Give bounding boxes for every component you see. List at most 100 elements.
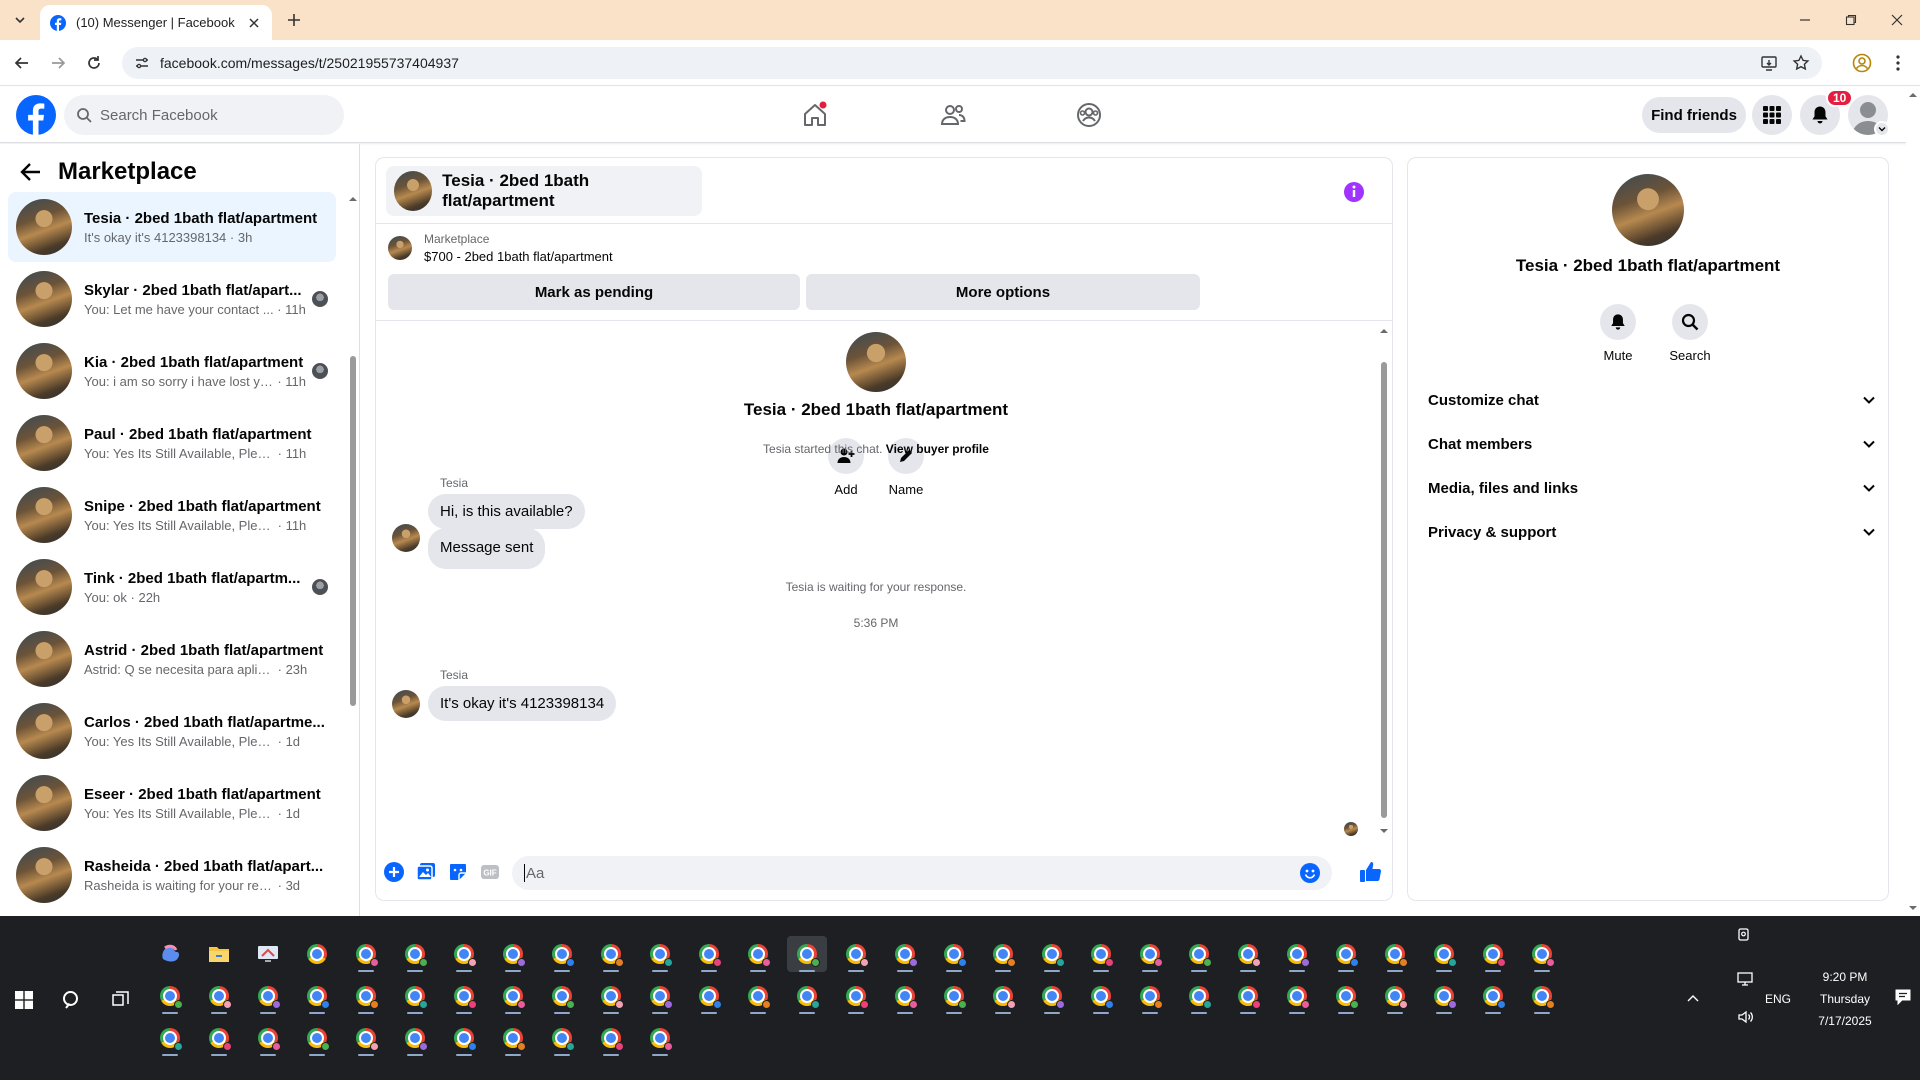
chrome-profile-icon[interactable] (591, 936, 631, 972)
chrome-profile-icon[interactable] (248, 978, 288, 1014)
listing-summary[interactable]: Marketplace $700 - 2bed 1bath flat/apart… (388, 232, 613, 264)
page-scrollbar[interactable] (1906, 88, 1920, 915)
chrome-profile-icon[interactable] (248, 1020, 288, 1056)
address-bar[interactable]: facebook.com/messages/t/2502195573740493… (122, 47, 1822, 79)
chrome-profile-icon[interactable] (1375, 936, 1415, 972)
chrome-profile-icon[interactable] (1179, 978, 1219, 1014)
chrome-profile-icon[interactable] (346, 936, 386, 972)
chrome-profile-icon[interactable] (1081, 978, 1121, 1014)
scroll-down-icon[interactable] (1378, 826, 1390, 836)
info-avatar[interactable] (1612, 174, 1684, 246)
chrome-profile-icon[interactable] (836, 936, 876, 972)
chrome-profile-icon[interactable] (297, 1020, 337, 1056)
notification-center-icon[interactable] (1894, 988, 1912, 1006)
chrome-profile-icon[interactable] (542, 936, 582, 972)
sidebar-scroll-thumb[interactable] (350, 356, 356, 706)
profile-avatar[interactable] (846, 332, 906, 392)
chrome-profile-icon[interactable] (1130, 978, 1170, 1014)
chrome-profile-icon[interactable] (1032, 978, 1072, 1014)
taskbar-search-icon[interactable] (58, 986, 86, 1014)
tab-search-chevron-icon[interactable] (8, 8, 32, 32)
chrome-profile-icon[interactable] (1228, 936, 1268, 972)
chrome-profile-icon[interactable] (591, 978, 631, 1014)
chrome-profile-icon[interactable] (493, 936, 533, 972)
chrome-profile-icon[interactable] (1277, 936, 1317, 972)
chrome-profile-icon[interactable] (444, 978, 484, 1014)
chrome-profile-icon[interactable] (1522, 978, 1562, 1014)
chrome-profile-icon[interactable] (493, 978, 533, 1014)
scroll-up-icon[interactable] (1906, 88, 1920, 102)
conversation-item[interactable]: Carlos · 2bed 1bath flat/apartme... You: … (8, 696, 336, 766)
chrome-profile-icon[interactable] (1277, 978, 1317, 1014)
friends-nav[interactable] (898, 95, 1008, 135)
clock-day[interactable]: Thursday (1804, 992, 1886, 1006)
privacy-support-section[interactable]: Privacy & support (1424, 512, 1880, 552)
restore-icon[interactable] (1828, 6, 1874, 34)
chrome-profile-icon[interactable] (1424, 936, 1464, 972)
chrome-profile-icon[interactable] (885, 978, 925, 1014)
chrome-profile-icon[interactable] (1081, 936, 1121, 972)
chrome-profile-icon[interactable] (1228, 978, 1268, 1014)
chrome-profile-icon[interactable] (199, 978, 239, 1014)
chrome-profile-icon[interactable] (199, 1020, 239, 1056)
chrome-profile-icon[interactable] (934, 978, 974, 1014)
chrome-profile-icon[interactable] (150, 1020, 190, 1056)
sender-avatar[interactable] (392, 690, 420, 718)
chrome-profile-icon[interactable] (738, 936, 778, 972)
message-bubble[interactable]: Message sent (428, 528, 546, 569)
conversation-item[interactable]: Skylar · 2bed 1bath flat/apart... You: Le… (8, 264, 336, 334)
back-arrow-icon[interactable] (10, 51, 34, 75)
remote-desktop-icon[interactable] (248, 936, 288, 972)
chrome-icon[interactable] (297, 936, 337, 972)
chrome-profile-icon[interactable] (738, 978, 778, 1014)
chrome-profile-icon[interactable] (640, 1020, 680, 1056)
language-indicator[interactable]: ENG (1760, 992, 1796, 1006)
mark-as-pending-button[interactable]: Mark as pending (388, 274, 800, 310)
chrome-profile-icon[interactable] (1424, 978, 1464, 1014)
groups-nav[interactable] (1034, 95, 1144, 135)
chrome-profile-icon[interactable] (836, 978, 876, 1014)
browser-tab-messenger[interactable]: (10) Messenger | Facebook (40, 5, 272, 40)
clock-time[interactable]: 9:20 PM (1804, 970, 1886, 984)
chrome-profile-icon[interactable] (1326, 936, 1366, 972)
chrome-profile-icon[interactable] (346, 1020, 386, 1056)
chrome-profile-icon[interactable] (885, 936, 925, 972)
chrome-profile-icon[interactable] (640, 978, 680, 1014)
message-bubble[interactable]: It's okay it's 4123398134 (428, 686, 617, 721)
close-window-icon[interactable] (1874, 6, 1920, 34)
chrome-profile-icon[interactable] (1326, 978, 1366, 1014)
account-chevron-icon[interactable] (1874, 121, 1890, 137)
scroll-up-icon[interactable] (348, 194, 358, 204)
chat-title-button[interactable]: Tesia · 2bed 1bath flat/apartment (386, 166, 702, 216)
chrome-profile-icon[interactable] (787, 936, 827, 972)
conversation-item[interactable]: Tink · 2bed 1bath flat/apartm... You: ok … (8, 552, 336, 622)
minimize-icon[interactable] (1782, 6, 1828, 34)
chrome-profile-icon[interactable] (395, 936, 435, 972)
volume-icon[interactable] (1736, 1008, 1754, 1026)
message-input[interactable]: Aa (512, 856, 1332, 890)
chevron-up-icon[interactable] (1686, 992, 1700, 1006)
forward-arrow-icon[interactable] (46, 51, 70, 75)
menu-grid-button[interactable] (1752, 95, 1792, 135)
home-nav[interactable] (760, 95, 870, 135)
install-app-icon[interactable] (1760, 54, 1778, 72)
chrome-profile-icon[interactable] (1179, 936, 1219, 972)
emoji-icon[interactable] (1300, 863, 1320, 883)
chrome-profile-icon[interactable] (640, 936, 680, 972)
sticker-icon[interactable] (448, 862, 468, 882)
conversation-item[interactable]: Astrid · 2bed 1bath flat/apartment Astrid… (8, 624, 336, 694)
conversation-item[interactable]: Eseer · 2bed 1bath flat/apartment You: Ye… (8, 768, 336, 838)
conversation-item[interactable]: Tesia · 2bed 1bath flat/apartment It's ok… (8, 192, 336, 262)
bookmark-star-icon[interactable] (1792, 54, 1810, 72)
chrome-profile-icon[interactable] (1130, 936, 1170, 972)
file-explorer-icon[interactable] (199, 936, 239, 972)
media-files-links-section[interactable]: Media, files and links (1424, 468, 1880, 508)
chrome-profile-icon[interactable] (150, 978, 190, 1014)
chrome-profile-icon[interactable] (542, 1020, 582, 1056)
task-view-icon[interactable] (106, 986, 134, 1014)
info-icon[interactable] (1342, 180, 1366, 204)
new-tab-icon[interactable] (282, 8, 306, 32)
chrome-profile-icon[interactable] (395, 978, 435, 1014)
conversation-item[interactable]: Rasheida · 2bed 1bath flat/apart... Rashe… (8, 840, 336, 910)
network-icon[interactable] (1736, 970, 1754, 988)
